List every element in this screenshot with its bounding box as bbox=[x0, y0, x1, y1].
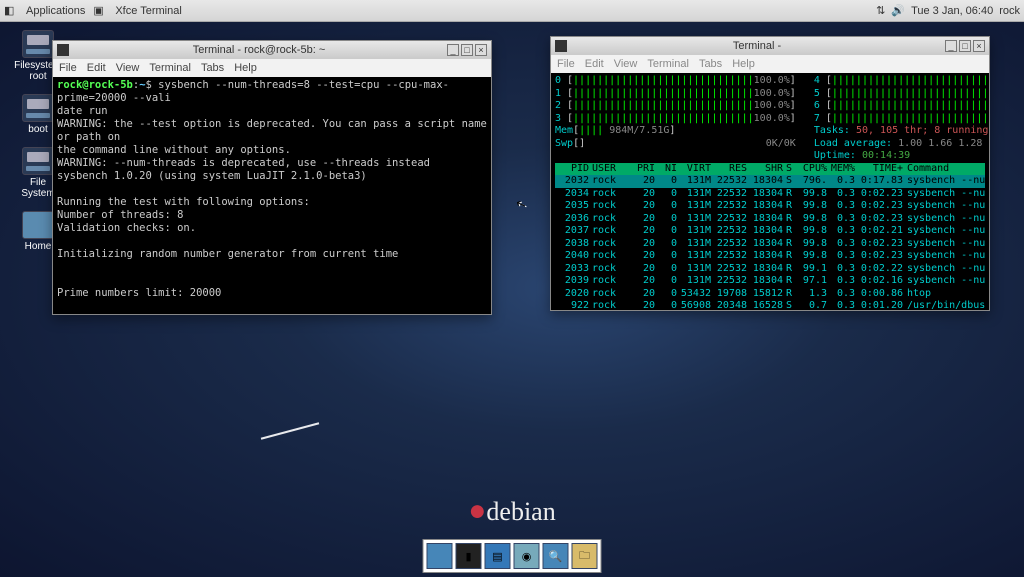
terminal-body[interactable]: rock@rock-5b:~$ sysbench --num-threads=8… bbox=[53, 77, 491, 314]
window-title: Terminal - bbox=[571, 40, 943, 52]
maximize-button[interactable]: □ bbox=[461, 44, 473, 56]
clock[interactable]: Tue 3 Jan, 06:40 bbox=[911, 5, 993, 17]
terminal-htop[interactable]: Terminal - _ □ × File Edit View Terminal Tab… bbox=[550, 36, 990, 311]
titlebar[interactable]: Terminal - rock@rock-5b: ~ _ □ × bbox=[53, 41, 491, 59]
dock-search[interactable]: 🔍 bbox=[543, 543, 569, 569]
process-row[interactable]: 2038rock200131M2253218304R99.80.30:02.23… bbox=[555, 238, 985, 251]
dock-web[interactable]: ◉ bbox=[514, 543, 540, 569]
close-button[interactable]: × bbox=[475, 44, 487, 56]
process-row[interactable]: 2035rock200131M2253218304R99.80.30:02.23… bbox=[555, 200, 985, 213]
dock-folder[interactable]: 🗀 bbox=[572, 543, 598, 569]
maximize-button[interactable]: □ bbox=[959, 40, 971, 52]
htop-body[interactable]: 0[||||||||||||||||||||||||||||||100.0%]1… bbox=[551, 73, 989, 310]
process-row[interactable]: 2034rock200131M2253218304R99.80.30:02.23… bbox=[555, 188, 985, 201]
terminal-task-icon[interactable]: ▣ bbox=[93, 4, 107, 18]
window-title: Terminal - rock@rock-5b: ~ bbox=[73, 44, 445, 56]
window-icon bbox=[57, 44, 69, 56]
process-row[interactable]: 2020rock200534321970815812R1.30.30:00.86… bbox=[555, 288, 985, 301]
menu-view[interactable]: View bbox=[116, 62, 140, 74]
process-row[interactable]: 2039rock200131M2253218304R97.10.30:02.16… bbox=[555, 275, 985, 288]
window-icon bbox=[555, 40, 567, 52]
process-row[interactable]: 2040rock200131M2253218304R99.80.30:02.23… bbox=[555, 250, 985, 263]
menu-tabs[interactable]: Tabs bbox=[699, 58, 722, 70]
menu-edit[interactable]: Edit bbox=[87, 62, 106, 74]
volume-icon[interactable]: 🔊 bbox=[891, 4, 905, 17]
minimize-button[interactable]: _ bbox=[447, 44, 459, 56]
menu-terminal[interactable]: Terminal bbox=[149, 62, 191, 74]
process-row[interactable]: 2032rock200131M2253218304S796.0.30:17.83… bbox=[555, 175, 985, 188]
taskbar-item[interactable]: Xfce Terminal bbox=[115, 5, 181, 17]
debian-watermark: ●debian bbox=[468, 494, 555, 528]
dock-terminal[interactable]: ▮ bbox=[456, 543, 482, 569]
minimize-button[interactable]: _ bbox=[945, 40, 957, 52]
close-button[interactable]: × bbox=[973, 40, 985, 52]
menu-help[interactable]: Help bbox=[732, 58, 755, 70]
menubar[interactable]: File Edit View Terminal Tabs Help bbox=[53, 59, 491, 77]
dock-files[interactable]: ▤ bbox=[485, 543, 511, 569]
process-row[interactable]: 922rock200569082034816528S0.70.30:01.20/… bbox=[555, 300, 985, 310]
menu-tabs[interactable]: Tabs bbox=[201, 62, 224, 74]
menu-file[interactable]: File bbox=[59, 62, 77, 74]
htop-header-row[interactable]: PIDUSERPRINIVIRTRESSHRSCPU%MEM%TIME+Comm… bbox=[555, 163, 985, 176]
top-panel: ◧ Applications ▣ Xfce Terminal ⇅ 🔊 Tue 3… bbox=[0, 0, 1024, 22]
menu-view[interactable]: View bbox=[614, 58, 638, 70]
menu-icon[interactable]: ◧ bbox=[4, 4, 18, 18]
terminal-sysbench[interactable]: Terminal - rock@rock-5b: ~ _ □ × File Edi… bbox=[52, 40, 492, 315]
network-icon[interactable]: ⇅ bbox=[876, 4, 885, 17]
process-row[interactable]: 2033rock200131M2253218304R99.10.30:02.22… bbox=[555, 263, 985, 276]
menu-file[interactable]: File bbox=[557, 58, 575, 70]
process-row[interactable]: 2036rock200131M2253218304R99.80.30:02.23… bbox=[555, 213, 985, 226]
process-row[interactable]: 2037rock200131M2253218304R99.80.30:02.21… bbox=[555, 225, 985, 238]
titlebar[interactable]: Terminal - _ □ × bbox=[551, 37, 989, 55]
applications-menu[interactable]: Applications bbox=[26, 5, 85, 17]
dock-show-desktop[interactable] bbox=[427, 543, 453, 569]
user-label[interactable]: rock bbox=[999, 5, 1020, 17]
menubar[interactable]: File Edit View Terminal Tabs Help bbox=[551, 55, 989, 73]
menu-terminal[interactable]: Terminal bbox=[647, 58, 689, 70]
wallpaper-streak bbox=[261, 422, 319, 439]
mouse-cursor: ↖ bbox=[514, 196, 528, 213]
dock[interactable]: ▮ ▤ ◉ 🔍 🗀 bbox=[423, 539, 602, 573]
menu-help[interactable]: Help bbox=[234, 62, 257, 74]
menu-edit[interactable]: Edit bbox=[585, 58, 604, 70]
